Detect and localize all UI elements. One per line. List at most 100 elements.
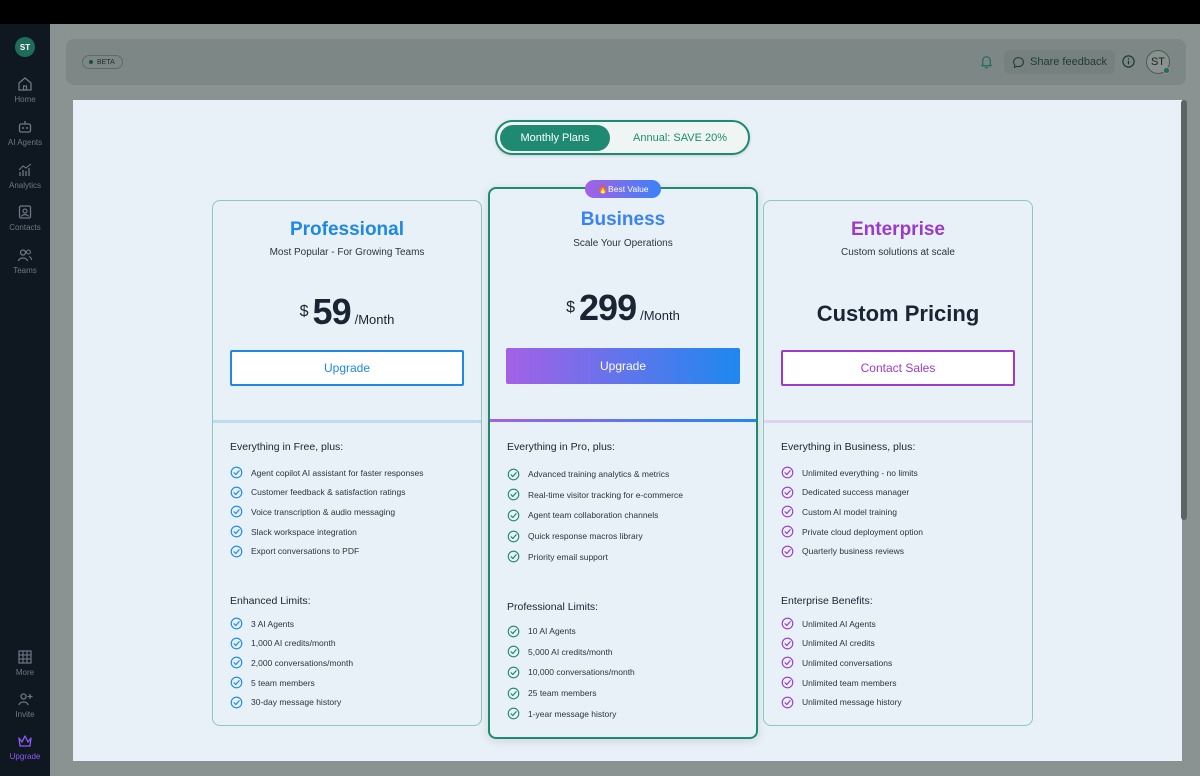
list-item: Agent team collaboration channels bbox=[507, 505, 683, 526]
check-circle-icon bbox=[230, 657, 243, 669]
list-item-text: Unlimited team members bbox=[802, 677, 897, 688]
list-item-text: 3 AI Agents bbox=[251, 618, 295, 629]
list-item: Priority email support bbox=[507, 546, 683, 567]
list-item-text: Unlimited AI credits bbox=[802, 638, 875, 649]
list-item: 10 AI Agents bbox=[507, 621, 635, 642]
monthly-plans-tab[interactable]: Monthly Plans bbox=[500, 125, 610, 151]
check-circle-icon bbox=[507, 625, 520, 638]
features-list: Advanced training analytics & metrics Rea… bbox=[507, 464, 683, 567]
professional-upgrade-button[interactable]: Upgrade bbox=[230, 350, 464, 386]
sidebar-item-upgrade[interactable]: Upgrade bbox=[0, 733, 50, 761]
price-period: /Month bbox=[354, 312, 395, 327]
limits-title: Enterprise Benefits: bbox=[781, 595, 873, 607]
list-item-text: Agent copilot AI assistant for faster re… bbox=[251, 467, 424, 478]
plan-tagline: Scale Your Operations bbox=[573, 238, 673, 249]
list-item: Export conversations to PDF bbox=[230, 541, 423, 561]
list-item: 2,000 conversations/month bbox=[230, 653, 353, 673]
business-upgrade-button[interactable]: Upgrade bbox=[506, 348, 740, 384]
check-circle-icon bbox=[781, 545, 794, 558]
sidebar-item-label: Home bbox=[14, 95, 36, 104]
sidebar-item-invite[interactable]: Invite bbox=[0, 691, 50, 719]
sidebar-item-contacts[interactable]: Contacts bbox=[0, 204, 50, 232]
check-circle-icon bbox=[781, 466, 794, 479]
online-status-dot bbox=[1163, 67, 1170, 74]
limits-title: Enhanced Limits: bbox=[230, 595, 311, 607]
sidebar-item-label: Upgrade bbox=[9, 752, 41, 761]
list-item: Unlimited AI credits bbox=[781, 634, 902, 654]
list-item: Unlimited everything - no limits bbox=[781, 463, 923, 483]
plan-tagline: Custom solutions at scale bbox=[841, 247, 955, 258]
check-circle-icon bbox=[507, 666, 520, 679]
list-item-text: Advanced training analytics & metrics bbox=[528, 469, 670, 480]
list-item: Dedicated success manager bbox=[781, 483, 923, 503]
list-item-text: Custom AI model training bbox=[802, 506, 897, 517]
list-item-text: 10,000 conversations/month bbox=[528, 667, 635, 678]
price-period: /Month bbox=[640, 308, 680, 323]
list-item-text: Export conversations to PDF bbox=[251, 546, 360, 557]
user-avatar[interactable]: ST bbox=[1146, 50, 1170, 74]
list-item: Real-time visitor tracking for e-commerc… bbox=[507, 485, 683, 506]
robot-icon bbox=[18, 121, 32, 133]
add-user-icon bbox=[18, 693, 33, 706]
bell-icon bbox=[981, 56, 992, 69]
list-item: 30-day message history bbox=[230, 692, 353, 712]
plan-tagline: Most Popular - For Growing Teams bbox=[269, 247, 425, 258]
notifications-button[interactable] bbox=[979, 54, 994, 74]
workspace-logo[interactable]: ST bbox=[15, 37, 35, 57]
list-item: 3 AI Agents bbox=[230, 614, 353, 634]
check-circle-icon bbox=[230, 676, 243, 689]
home-icon bbox=[18, 77, 32, 91]
sidebar-item-ai-agents[interactable]: AI Agents bbox=[0, 119, 50, 147]
share-feedback-button[interactable]: Share feedback bbox=[1004, 50, 1116, 74]
price-amount: 299 bbox=[579, 287, 637, 328]
features-list: Agent copilot AI assistant for faster re… bbox=[230, 463, 423, 561]
check-circle-icon bbox=[230, 545, 243, 558]
info-button[interactable] bbox=[1121, 54, 1136, 74]
plan-price: Custom Pricing bbox=[816, 301, 980, 326]
grid-icon bbox=[18, 650, 32, 664]
annual-plans-tab[interactable]: Annual: SAVE 20% bbox=[615, 125, 745, 151]
teams-icon bbox=[17, 249, 33, 262]
list-item: Unlimited team members bbox=[781, 673, 902, 693]
list-item: 5,000 AI credits/month bbox=[507, 642, 635, 663]
sidebar-item-teams[interactable]: Teams bbox=[0, 247, 50, 275]
list-item: Unlimited message history bbox=[781, 692, 902, 712]
list-item-text: 1,000 AI credits/month bbox=[251, 638, 336, 649]
list-item-text: Unlimited AI Agents bbox=[802, 618, 876, 629]
list-item-text: Unlimited conversations bbox=[802, 657, 893, 668]
list-item: Quarterly business reviews bbox=[781, 541, 923, 561]
check-circle-icon bbox=[781, 525, 794, 538]
limits-list: 3 AI Agents 1,000 AI credits/month 2,000 c… bbox=[230, 614, 353, 712]
list-item-text: 5,000 AI credits/month bbox=[528, 646, 613, 657]
price-currency: $ bbox=[299, 303, 309, 320]
plan-name: Professional bbox=[289, 219, 405, 240]
modal-scrollbar[interactable] bbox=[1181, 100, 1187, 520]
list-item: Advanced training analytics & metrics bbox=[507, 464, 683, 485]
list-item: Agent copilot AI assistant for faster re… bbox=[230, 463, 423, 483]
check-circle-icon bbox=[230, 696, 243, 709]
list-item-text: Unlimited everything - no limits bbox=[802, 467, 918, 478]
list-item-text: Dedicated success manager bbox=[802, 487, 910, 498]
contact-sales-button[interactable]: Contact Sales bbox=[781, 350, 1015, 386]
check-circle-icon bbox=[230, 637, 243, 650]
best-value-label: 🔥Best Value bbox=[597, 183, 649, 194]
features-title: Everything in Business, plus: bbox=[781, 441, 916, 453]
check-circle-icon bbox=[507, 687, 520, 699]
check-circle-icon bbox=[781, 657, 794, 669]
check-circle-icon bbox=[507, 509, 520, 522]
list-item: Quick response macros library bbox=[507, 526, 683, 547]
sidebar-item-analytics[interactable]: Analytics bbox=[0, 162, 50, 190]
check-circle-icon bbox=[230, 506, 243, 518]
limits-list: 10 AI Agents 5,000 AI credits/month 10,000… bbox=[507, 621, 635, 724]
check-circle-icon bbox=[507, 646, 520, 658]
best-value-badge: 🔥Best Value bbox=[585, 180, 661, 198]
check-circle-icon bbox=[781, 676, 794, 689]
list-item-text: Customer feedback & satisfaction ratings bbox=[251, 487, 406, 498]
check-circle-icon bbox=[781, 617, 794, 630]
list-item: Unlimited AI Agents bbox=[781, 614, 902, 634]
plan-price: $ 59 /Month bbox=[213, 291, 481, 333]
sidebar-item-home[interactable]: Home bbox=[0, 76, 50, 104]
sidebar-item-more[interactable]: More bbox=[0, 649, 50, 677]
list-item: 1-year message history bbox=[507, 703, 635, 724]
list-item-text: Agent team collaboration channels bbox=[528, 510, 659, 521]
